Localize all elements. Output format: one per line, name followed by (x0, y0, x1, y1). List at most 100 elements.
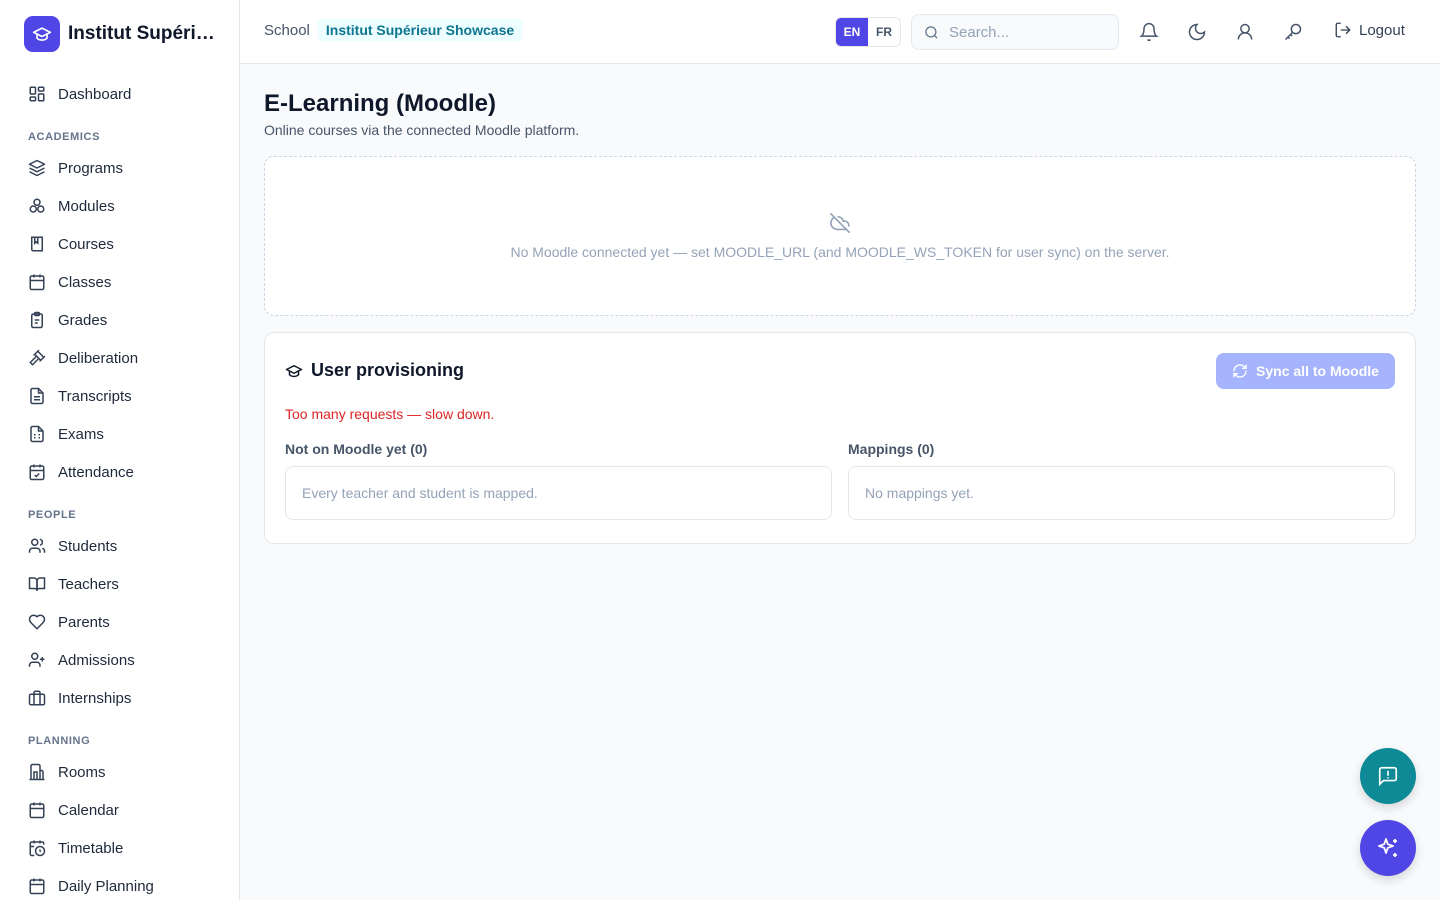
sidebar-item-courses[interactable]: Courses (0, 225, 239, 263)
gavel-icon (29, 349, 46, 366)
logout-button[interactable]: Logout (1334, 21, 1405, 39)
calendar-clock-icon (29, 840, 46, 857)
sidebar: Institut Supérieur Showcase Dashboard AC… (0, 0, 240, 900)
sidebar-item-daily-planning[interactable]: Daily Planning (0, 867, 239, 900)
graduation-cap-icon (24, 16, 60, 52)
sidebar-item-label: Programs (58, 159, 124, 177)
building-icon (29, 763, 45, 781)
page-title: E-Learning (Moodle) (264, 90, 496, 117)
layers-icon (28, 159, 46, 177)
breadcrumb-school[interactable]: School (264, 22, 310, 39)
language-switcher: EN FR (835, 17, 901, 47)
page-subtitle: Online courses via the connected Moodle … (264, 122, 580, 138)
sidebar-item-label: Internships (58, 689, 132, 707)
boxes-icon (29, 198, 45, 213)
search-box (911, 14, 1119, 50)
error-message: Too many requests — slow down. (285, 406, 495, 422)
logout-label: Logout (1359, 21, 1405, 39)
user-provisioning-card: User provisioning Sync all to Moodle Too… (264, 332, 1416, 544)
sidebar-item-timetable[interactable]: Timetable (0, 829, 239, 867)
calendar-days-icon (29, 802, 45, 819)
sidebar-item-label: Admissions (58, 651, 135, 669)
card-title: User provisioning (285, 360, 464, 381)
sidebar-nav: Dashboard ACADEMICS Programs Modules Cou… (0, 75, 239, 900)
nav-section-academics: ACADEMICS (28, 131, 101, 143)
sync-all-button[interactable]: Sync all to Moodle (1216, 353, 1395, 389)
calendar-list-icon (29, 878, 45, 895)
nav-section-people: PEOPLE (28, 509, 77, 521)
sidebar-item-calendar[interactable]: Calendar (0, 791, 239, 829)
mappings-section: Mappings (0) No mappings yet. (848, 441, 1395, 520)
sidebar-item-label: Parents (58, 613, 110, 631)
school-name-badge: Institut Supérieur Showcase (317, 19, 523, 41)
user-plus-icon (28, 652, 45, 667)
sidebar-item-transcripts[interactable]: Transcripts (0, 377, 239, 415)
sidebar-item-deliberation[interactable]: Deliberation (0, 339, 239, 377)
main-content: E-Learning (Moodle) Online courses via t… (264, 64, 1416, 544)
card-title-text: User provisioning (311, 360, 465, 380)
logout-icon (1335, 22, 1351, 38)
file-spreadsheet-icon (30, 425, 44, 443)
sparkles-icon (1378, 838, 1397, 857)
sidebar-item-internships[interactable]: Internships (0, 679, 239, 717)
key-icon[interactable] (1283, 22, 1303, 42)
sidebar-item-attendance[interactable]: Attendance (0, 453, 239, 491)
sidebar-item-exams[interactable]: Exams (0, 415, 239, 453)
sidebar-item-label: Courses (58, 235, 114, 253)
sidebar-item-classes[interactable]: Classes (0, 263, 239, 301)
book-icon (31, 236, 43, 252)
refresh-icon (1233, 364, 1247, 378)
sidebar-item-label: Calendar (58, 801, 119, 819)
sidebar-item-rooms[interactable]: Rooms (0, 753, 239, 791)
sidebar-item-teachers[interactable]: Teachers (0, 565, 239, 603)
heart-icon (28, 614, 46, 630)
message-alert-icon (1378, 766, 1398, 787)
not-on-moodle-heading: Not on Moodle yet (0) (285, 441, 428, 457)
breadcrumb: School Institut Supérieur Showcase (264, 19, 523, 41)
sidebar-item-students[interactable]: Students (0, 527, 239, 565)
nav-section-planning: PLANNING (28, 735, 91, 747)
moon-icon[interactable] (1187, 22, 1207, 42)
sidebar-item-label: Exams (58, 425, 104, 443)
brand[interactable]: Institut Supérieur Showcase (0, 0, 239, 68)
sidebar-item-dashboard[interactable]: Dashboard (0, 75, 239, 113)
sidebar-item-programs[interactable]: Programs (0, 149, 239, 187)
not-on-moodle-section: Not on Moodle yet (0) Every teacher and … (285, 441, 832, 520)
brand-name: Institut Supérieur Showcase (68, 23, 218, 44)
graduation-cap-icon (285, 364, 303, 377)
lang-en-button[interactable]: EN (836, 18, 868, 46)
ai-assistant-button[interactable] (1360, 820, 1416, 876)
empty-message: No Moodle connected yet — set MOODLE_URL… (510, 244, 1170, 260)
users-icon (28, 538, 46, 553)
sidebar-item-label: Dashboard (58, 85, 132, 103)
top-header: School Institut Supérieur Showcase EN FR… (240, 0, 1440, 64)
sidebar-item-label: Daily Planning (58, 877, 154, 895)
sidebar-item-label: Transcripts (58, 387, 132, 405)
mappings-heading: Mappings (0) (848, 441, 935, 457)
not-on-moodle-empty: Every teacher and student is mapped. (285, 466, 832, 520)
sidebar-item-admissions[interactable]: Admissions (0, 641, 239, 679)
sync-all-label: Sync all to Moodle (1256, 363, 1379, 379)
bell-icon[interactable] (1139, 22, 1159, 42)
sidebar-item-grades[interactable]: Grades (0, 301, 239, 339)
book-open-icon (28, 577, 46, 591)
calendar-icon (29, 274, 45, 291)
sidebar-item-modules[interactable]: Modules (0, 187, 239, 225)
lang-fr-button[interactable]: FR (868, 18, 900, 46)
search-input[interactable] (949, 23, 1099, 41)
cloud-off-icon (830, 213, 850, 233)
sidebar-item-label: Students (58, 537, 118, 555)
briefcase-icon (28, 690, 46, 706)
feedback-button[interactable] (1360, 748, 1416, 804)
mappings-empty: No mappings yet. (848, 466, 1395, 520)
user-icon[interactable] (1235, 22, 1255, 42)
grid-icon (29, 86, 45, 102)
sidebar-item-label: Classes (58, 273, 112, 291)
clipboard-icon (31, 311, 43, 329)
sidebar-item-label: Grades (58, 311, 108, 329)
sidebar-item-label: Timetable (58, 839, 124, 857)
sidebar-item-label: Teachers (58, 575, 119, 593)
sidebar-item-parents[interactable]: Parents (0, 603, 239, 641)
search-icon (925, 25, 938, 39)
file-text-icon (30, 387, 44, 405)
